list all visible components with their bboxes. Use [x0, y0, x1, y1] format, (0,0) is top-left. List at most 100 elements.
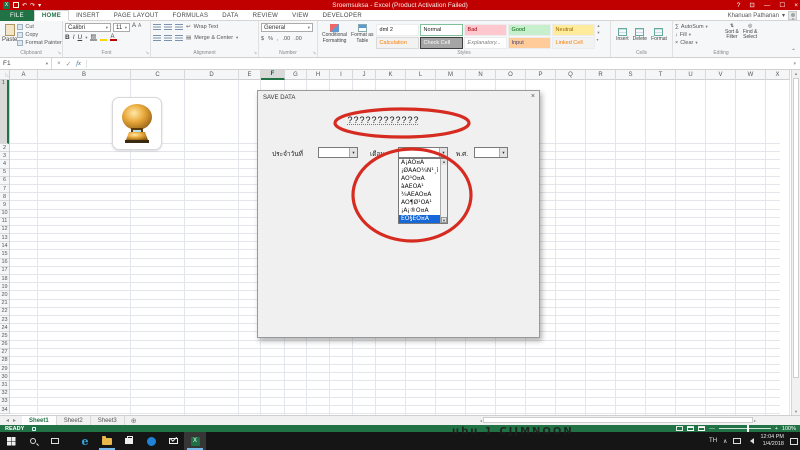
- row-header[interactable]: 20: [0, 291, 9, 299]
- column-header[interactable]: W: [736, 70, 766, 80]
- increase-decimal-button[interactable]: .00: [282, 35, 290, 43]
- zoom-level[interactable]: 100%: [782, 426, 796, 432]
- row-header[interactable]: 3: [0, 152, 9, 160]
- enter-icon[interactable]: ✓: [66, 60, 71, 68]
- row-header[interactable]: 26: [0, 341, 9, 349]
- page-layout-view-icon[interactable]: [687, 426, 694, 431]
- scroll-down-icon[interactable]: ▼: [792, 408, 800, 415]
- minimize-button[interactable]: —: [764, 2, 771, 9]
- ribbon-tab[interactable]: VIEW: [285, 10, 316, 21]
- row-header[interactable]: 21: [0, 300, 9, 308]
- month-combo[interactable]: ▾: [398, 147, 448, 158]
- scroll-right-icon[interactable]: ▸: [754, 418, 756, 423]
- file-explorer-button[interactable]: [96, 432, 118, 450]
- shrink-font-button[interactable]: A: [138, 23, 141, 32]
- cells-button[interactable]: Format: [649, 27, 669, 44]
- date-combo[interactable]: ▾: [318, 147, 358, 158]
- page-break-view-icon[interactable]: [698, 426, 705, 431]
- row-header[interactable]: 1: [0, 80, 9, 144]
- clock[interactable]: 12:04 PM 1/4/2018: [760, 434, 784, 448]
- month-option[interactable]: ¾ÄÉÀÒ¤Á: [399, 191, 440, 199]
- column-header[interactable]: E: [239, 70, 261, 80]
- row-header[interactable]: 13: [0, 234, 9, 242]
- cell-style-chip[interactable]: Bad: [464, 24, 507, 36]
- help-button[interactable]: ?: [737, 2, 741, 9]
- combo-dropdown-icon[interactable]: ▾: [349, 148, 357, 157]
- format-as-table-button[interactable]: Format as Table: [349, 23, 376, 45]
- horizontal-scrollbar[interactable]: ◂ ▸: [480, 416, 792, 424]
- bold-button[interactable]: B: [65, 34, 70, 41]
- column-header[interactable]: J: [353, 70, 376, 80]
- row-header[interactable]: 17: [0, 267, 9, 275]
- row-header[interactable]: 29: [0, 365, 9, 373]
- scroll-up-icon[interactable]: ▲: [441, 159, 447, 165]
- vertical-scroll-thumb[interactable]: [793, 78, 799, 378]
- row-header[interactable]: 9: [0, 201, 9, 209]
- dialog-launcher-icon[interactable]: ↘: [253, 50, 257, 56]
- zoom-slider-thumb[interactable]: [747, 425, 749, 432]
- align-right-icon[interactable]: [175, 35, 183, 41]
- year-combo[interactable]: ▾: [474, 147, 508, 158]
- row-header[interactable]: 31: [0, 381, 9, 389]
- column-header[interactable]: O: [496, 70, 526, 80]
- cancel-icon[interactable]: ×: [57, 60, 61, 68]
- row-header[interactable]: 33: [0, 398, 9, 406]
- zoom-in-icon[interactable]: +: [775, 426, 778, 432]
- column-header[interactable]: M: [436, 70, 466, 80]
- avatar[interactable]: [788, 11, 797, 20]
- macro-record-icon[interactable]: [32, 427, 36, 431]
- row-header[interactable]: 22: [0, 308, 9, 316]
- row-header[interactable]: 32: [0, 390, 9, 398]
- row-header[interactable]: 30: [0, 373, 9, 381]
- sort-filter-button[interactable]: ⇅ Sort & Filter: [723, 23, 741, 47]
- ribbon-display-options-button[interactable]: ⊡: [749, 1, 754, 9]
- zoom-slider[interactable]: [719, 428, 771, 429]
- ribbon-tab[interactable]: DATA: [215, 10, 245, 21]
- maximize-button[interactable]: ☐: [779, 1, 785, 9]
- excel-taskbar-button[interactable]: X: [184, 432, 206, 450]
- column-header[interactable]: U: [676, 70, 706, 80]
- clipboard-item[interactable]: Format Painter: [17, 39, 61, 47]
- cell-style-chip[interactable]: Explanatory...: [464, 37, 507, 49]
- ribbon-tab[interactable]: FORMULAS: [166, 10, 216, 21]
- dialog-launcher-icon[interactable]: ↘: [312, 50, 316, 56]
- row-header[interactable]: 14: [0, 242, 9, 250]
- column-header[interactable]: A: [10, 70, 38, 80]
- scroll-left-icon[interactable]: ◂: [480, 418, 482, 423]
- conditional-formatting-button[interactable]: Conditional Formatting: [320, 23, 349, 45]
- row-header[interactable]: 12: [0, 226, 9, 234]
- accounting-format-button[interactable]: $: [261, 35, 264, 43]
- gallery-down-icon[interactable]: ▼: [597, 30, 601, 35]
- grow-font-button[interactable]: A: [132, 23, 136, 32]
- row-header[interactable]: 28: [0, 357, 9, 365]
- paste-button[interactable]: Paste: [2, 23, 17, 47]
- cell-style-chip[interactable]: Neutral: [552, 24, 595, 36]
- column-header[interactable]: K: [376, 70, 406, 80]
- scroll-up-icon[interactable]: ▲: [792, 70, 800, 77]
- browser-button[interactable]: [140, 432, 162, 450]
- sheet-tab[interactable]: Sheet1: [22, 416, 57, 425]
- cell-style-chip[interactable]: Check Cell: [420, 37, 463, 49]
- merge-center-button[interactable]: Merge & Center: [194, 34, 233, 42]
- month-option[interactable]: ¡ØÁÀÒ¾Ñ¹¸ì: [399, 167, 440, 175]
- speaker-icon[interactable]: [747, 438, 754, 444]
- number-format-combo[interactable]: General▾: [261, 23, 313, 32]
- next-sheet-icon[interactable]: ▸: [13, 417, 16, 424]
- expand-formula-bar-icon[interactable]: ▾: [793, 61, 800, 67]
- autosum-button[interactable]: AutoSum: [681, 23, 704, 31]
- font-color-button[interactable]: A: [110, 34, 117, 41]
- month-option[interactable]: ÁÕ¹Ò¤Á: [399, 175, 440, 183]
- clipboard-item[interactable]: Cut: [17, 23, 61, 31]
- font-size-combo[interactable]: 11▾: [113, 23, 130, 32]
- borders-button[interactable]: ▤: [90, 34, 97, 41]
- cell-style-chip[interactable]: Good: [508, 24, 551, 36]
- gallery-up-icon[interactable]: ▲: [597, 23, 601, 28]
- sheet-tab[interactable]: Sheet2: [57, 416, 91, 425]
- align-center-icon[interactable]: [164, 35, 172, 41]
- scroll-down-icon[interactable]: ▼: [441, 217, 447, 223]
- row-header[interactable]: 16: [0, 259, 9, 267]
- wrap-text-button[interactable]: Wrap Text: [194, 23, 219, 31]
- prev-sheet-icon[interactable]: ◂: [6, 417, 9, 424]
- cell-style-chip[interactable]: dml 2: [376, 24, 419, 36]
- row-header[interactable]: 27: [0, 349, 9, 357]
